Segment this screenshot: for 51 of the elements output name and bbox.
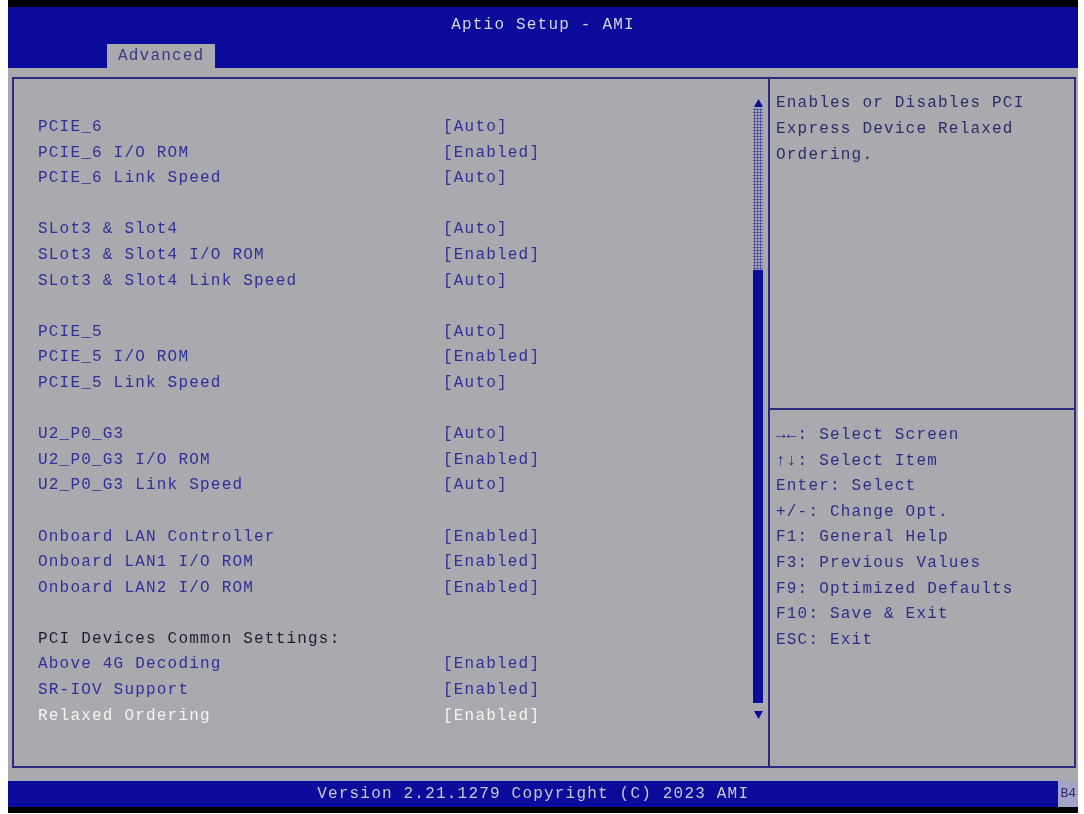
setting-label[interactable]: SLot3 & Slot4 [38,220,179,239]
help-text: Enables or Disables PCI Express Device Relaxed Ordering. [776,93,1026,166]
setting-value[interactable]: [Enabled] [443,553,541,572]
setting-value[interactable]: [Auto] [443,169,508,188]
scroll-down-icon[interactable] [753,711,763,719]
key-hint: ↑↓: Select Item [776,451,939,470]
setting-value[interactable]: [Enabled] [443,578,541,597]
setting-value[interactable]: [Auto] [443,322,508,341]
setting-value[interactable]: [Enabled] [443,450,541,469]
window-title: Aptio Setup - AMI [450,15,636,35]
setting-value[interactable]: [Enabled] [443,527,541,546]
setting-label[interactable]: PCIE_6 I/O ROM [38,143,190,162]
setting-label[interactable]: PCIE_5 Link Speed [38,373,222,392]
setting-value[interactable]: [Auto] [443,476,508,495]
version-text: Version 2.21.1279 Copyright (C) 2023 AMI [317,785,750,803]
key-hint: F10: Save & Exit [776,605,949,624]
key-hint: Enter: Select [776,477,917,496]
setting-label[interactable]: PCIE_6 Link Speed [38,169,222,188]
setting-label[interactable]: U2_P0_G3 I/O ROM [38,450,211,469]
status-code: B4 [1058,781,1078,807]
setting-label[interactable]: SR-IOV Support [38,681,190,700]
setting-value[interactable]: [Auto] [443,373,508,392]
setting-value[interactable]: [Enabled] [443,143,541,162]
setting-label[interactable]: SLot3 & Slot4 Link Speed [38,271,298,290]
setting-value[interactable]: [Auto] [443,425,508,444]
setting-label[interactable]: SLot3 & Slot4 I/O ROM [38,245,265,264]
setting-label[interactable]: Above 4G Decoding [38,655,222,674]
setting-label[interactable]: PCIE_6 [38,118,103,136]
setting-label[interactable]: U2_P0_G3 [38,425,125,444]
setting-value[interactable]: [Enabled] [443,655,541,674]
key-hint: F3: Previous Values [776,553,982,572]
menu-tab[interactable]: Advanced [107,44,216,68]
scrollbar-thumb[interactable] [753,270,763,703]
setting-label[interactable]: PCIE_5 I/O ROM [38,348,190,367]
setting-label[interactable]: Onboard LAN2 I/O ROM [38,578,255,597]
setting-label[interactable]: U2_P0_G3 Link Speed [38,476,244,495]
setting-label[interactable]: Onboard LAN Controller [38,527,276,546]
setting-value[interactable]: [Auto] [443,271,508,290]
key-hint: +/-: Change Opt. [776,502,949,521]
key-hint: F1: General Help [776,528,949,547]
setting-value[interactable]: [Enabled] [443,348,541,367]
setting-value[interactable]: [Auto] [443,118,508,136]
setting-value[interactable]: [Enabled] [443,681,541,700]
section-heading: PCI Devices Common Settings: [38,628,342,650]
setting-label[interactable]: PCIE_5 [38,322,103,341]
key-hint: ESC: Exit [776,630,874,649]
setting-value[interactable]: [Enabled] [443,245,541,264]
key-hint: F9: Optimized Defaults [776,579,1014,598]
setting-value[interactable]: [Auto] [443,220,508,239]
setting-label[interactable]: Onboard LAN1 I/O ROM [38,553,255,572]
key-hint: →←: Select Screen [776,426,960,444]
